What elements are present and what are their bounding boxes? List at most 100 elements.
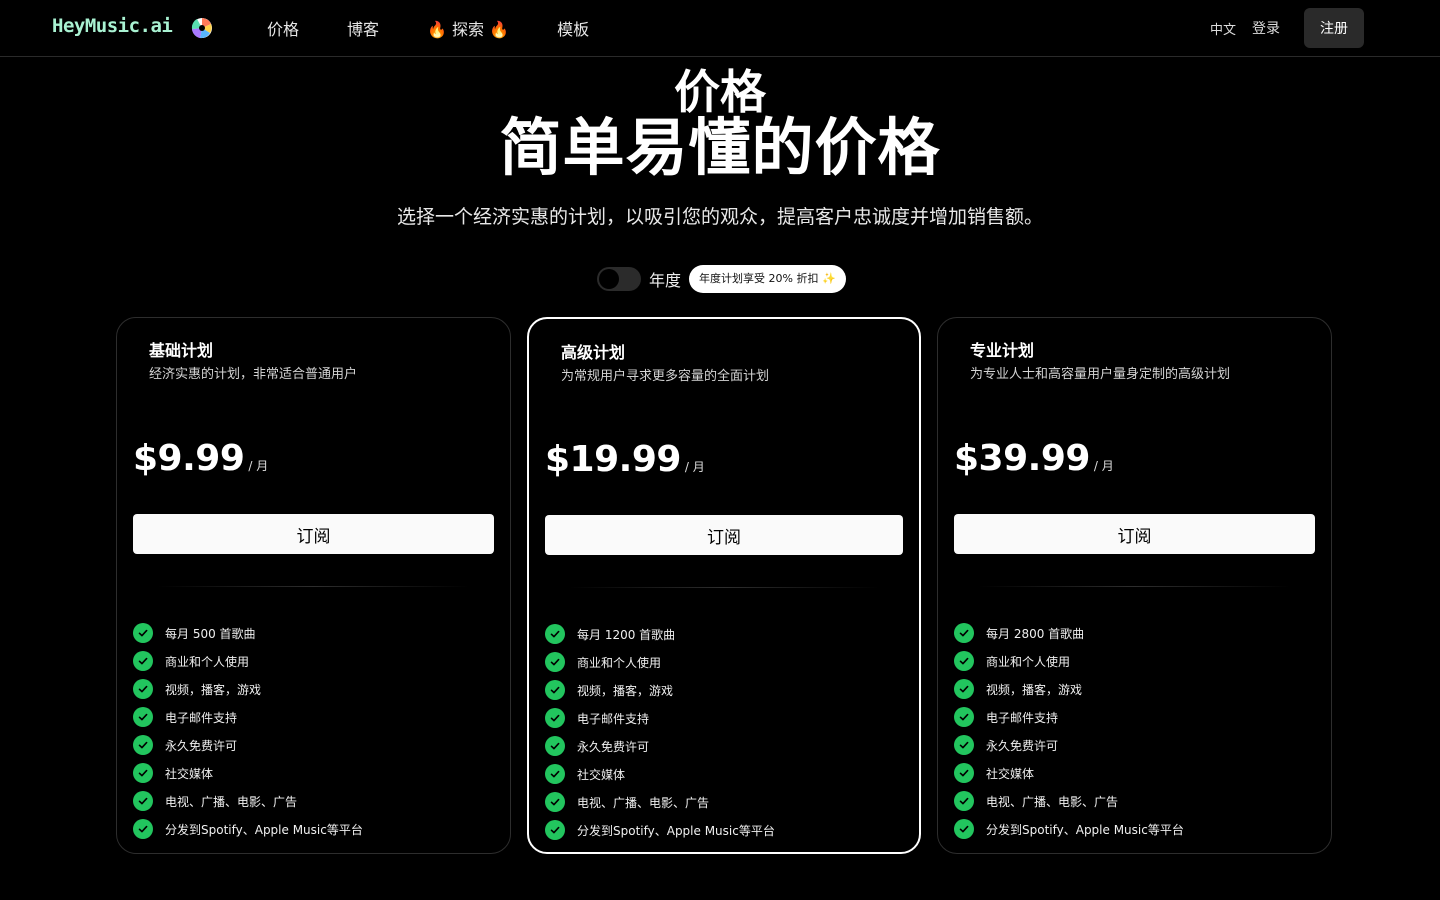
feature-text: 电子邮件支持 [986,710,1059,725]
feature-item: 社交媒体 [954,759,1184,787]
feature-item: 电子邮件支持 [545,704,775,732]
check-circle-icon [954,735,974,755]
feature-text: 永久免费许可 [577,739,650,754]
price-unit: / 月 [684,460,705,474]
page-title: 简单易懂的价格 [499,111,941,184]
price-amount: $39.99 [954,438,1090,479]
feature-item: 电子邮件支持 [954,703,1184,731]
feature-item: 视频，播客，游戏 [954,675,1184,703]
feature-text: 永久免费许可 [986,738,1059,753]
price-unit: / 月 [1093,459,1114,473]
annual-billing-toggle[interactable] [597,267,641,291]
page-subtitle: 选择一个经济实惠的计划，以吸引您的观众，提高客户忠诚度并增加销售额。 [396,206,1043,228]
main-nav: 价格 博客 🔥 探索 🔥 模板 [267,16,637,40]
disc-logo-icon [191,18,212,39]
check-circle-icon [545,792,565,812]
plan-price: $19.99 / 月 [545,439,705,480]
feature-item: 永久免费许可 [545,732,775,760]
feature-text: 视频，播客，游戏 [165,682,262,697]
feature-text: 视频，播客，游戏 [986,682,1083,697]
check-circle-icon [133,763,153,783]
divider [978,586,1291,587]
nav-link-templates[interactable]: 模板 [557,16,589,40]
nav-link-pricing[interactable]: 价格 [267,16,299,40]
feature-item: 电视、广播、电影、广告 [954,787,1184,815]
check-circle-icon [954,791,974,811]
feature-item: 每月 1200 首歌曲 [545,620,775,648]
plan-card-pro: 专业计划 为专业人士和高容量用户量身定制的高级计划 $39.99 / 月 订阅 … [937,317,1332,854]
check-circle-icon [954,651,974,671]
feature-list: 每月 2800 首歌曲商业和个人使用视频，播客，游戏 电子邮件支持 永久免费许可社交… [954,619,1184,843]
feature-item: 视频，播客，游戏 [133,675,363,703]
subscribe-button[interactable]: 订阅 [133,514,494,554]
feature-item: 社交媒体 [133,759,363,787]
price-unit: / 月 [248,459,269,473]
plan-price: $39.99 / 月 [954,438,1114,479]
check-circle-icon [954,763,974,783]
divider [569,587,879,588]
plan-name: 专业计划 [970,341,1035,360]
check-circle-icon [545,708,565,728]
check-circle-icon [133,651,153,671]
feature-item: 商业和个人使用 [545,648,775,676]
plan-description: 经济实惠的计划，非常适合普通用户 [149,367,358,382]
price-amount: $19.99 [545,439,681,480]
feature-item: 电子邮件支持 [133,703,363,731]
feature-text: 商业和个人使用 [577,655,662,670]
feature-text: 电视、广播、电影、广告 [986,794,1119,809]
check-circle-icon [954,819,974,839]
signup-button[interactable]: 注册 [1304,8,1364,48]
subscribe-button[interactable]: 订阅 [954,514,1315,554]
check-circle-icon [133,735,153,755]
feature-text: 每月 1200 首歌曲 [577,627,676,642]
check-circle-icon [954,679,974,699]
nav-link-explore[interactable]: 🔥 探索 🔥 [427,16,509,40]
feature-text: 商业和个人使用 [165,654,250,669]
plan-card-basic: 基础计划 经济实惠的计划，非常适合普通用户 $9.99 / 月 订阅 每月 50… [116,317,511,854]
login-link[interactable]: 登录 [1252,18,1280,38]
feature-list: 每月 500 首歌曲 商业和个人使用 视频，播客，游戏电子邮件支持 永久免费许可 社交媒… [133,619,363,843]
feature-text: 每月 2800 首歌曲 [986,626,1085,641]
feature-item: 视频，播客，游戏 [545,676,775,704]
plan-price: $9.99 / 月 [133,438,268,479]
discount-badge: 年度计划享受 20% 折扣 ✨ [689,265,846,293]
feature-item: 社交媒体 [545,760,775,788]
top-navbar: HeyMusic.ai 价格 博客 🔥 探索 🔥 模板 中文 登录 注册 [0,0,1440,57]
feature-text: 电视、广播、电影、广告 [577,795,710,810]
feature-text: 分发到Spotify、Apple Music等平台 [986,822,1184,837]
plan-card-premium: 高级计划 为常规用户寻求更多容量的全面计划 $19.99 / 月 订阅 每月 1… [527,317,921,854]
check-circle-icon [133,819,153,839]
billing-period-control: 年度 年度计划享受 20% 折扣 ✨ [597,265,846,293]
feature-list: 每月 1200 首歌曲 商业和个人使用 视频，播客，游戏 电子邮件支持 永久免费许可 社交… [545,620,775,844]
toggle-knob [599,269,619,289]
check-circle-icon [545,764,565,784]
annual-label: 年度 [649,271,682,290]
check-circle-icon [133,623,153,643]
nav-link-blog[interactable]: 博客 [347,16,379,40]
feature-item: 永久免费许可 [133,731,363,759]
feature-text: 分发到Spotify、Apple Music等平台 [577,823,775,838]
language-switcher[interactable]: 中文 [1210,19,1236,38]
check-circle-icon [133,707,153,727]
feature-text: 每月 500 首歌曲 [165,626,256,641]
price-amount: $9.99 [133,438,245,479]
logo-text[interactable]: HeyMusic.ai [52,15,173,37]
feature-item: 永久免费许可 [954,731,1184,759]
feature-text: 电子邮件支持 [577,711,650,726]
feature-text: 电视、广播、电影、广告 [165,794,298,809]
feature-item: 分发到Spotify、Apple Music等平台 [133,815,363,843]
feature-text: 社交媒体 [577,767,626,782]
check-circle-icon [545,680,565,700]
check-circle-icon [545,624,565,644]
feature-item: 每月 500 首歌曲 [133,619,363,647]
feature-text: 视频，播客，游戏 [577,683,674,698]
feature-item: 商业和个人使用 [133,647,363,675]
check-circle-icon [133,791,153,811]
feature-item: 商业和个人使用 [954,647,1184,675]
feature-item: 电视、广播、电影、广告 [545,788,775,816]
feature-item: 分发到Spotify、Apple Music等平台 [545,816,775,844]
check-circle-icon [954,707,974,727]
feature-item: 电视、广播、电影、广告 [133,787,363,815]
subscribe-button[interactable]: 订阅 [545,515,903,555]
feature-text: 分发到Spotify、Apple Music等平台 [165,822,363,837]
